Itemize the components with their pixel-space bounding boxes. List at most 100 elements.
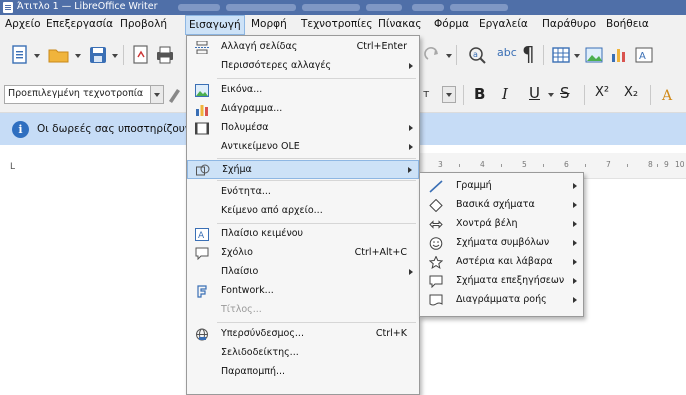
menu-view[interactable]: Προβολή [120, 18, 167, 30]
title-blur [178, 4, 220, 11]
menu-item-label: Fontwork... [221, 285, 274, 296]
svg-text:A: A [198, 231, 205, 241]
star-icon [429, 256, 443, 269]
menu-table[interactable]: Πίνακας [378, 18, 422, 30]
menu-item-hyperlink[interactable]: Υπερσύνδεσμος... Ctrl+K [187, 325, 419, 344]
subscript-button[interactable]: X₂ [624, 85, 638, 100]
title-blur [412, 4, 444, 11]
menu-tools[interactable]: Εργαλεία [479, 18, 528, 30]
export-pdf-icon[interactable] [131, 45, 151, 65]
menu-item-label: Υπερσύνδεσμος... [221, 328, 304, 339]
svg-text:a: a [473, 50, 478, 59]
menu-item-label: Παραπομπή... [221, 366, 286, 377]
submenu-arrow-icon [573, 202, 577, 208]
submenu-arrow-icon [409, 269, 413, 275]
font-size-tail: т [423, 87, 430, 100]
strikethrough-button[interactable]: S [560, 84, 570, 102]
menu-edit[interactable]: Επεξεργασία [46, 18, 113, 30]
bold-button[interactable]: B [474, 85, 485, 103]
menu-item-label: Ενότητα... [221, 186, 271, 197]
image-icon [195, 84, 209, 97]
menu-item-label: Περισσότερες αλλαγές [221, 60, 332, 71]
toolbar-separator [456, 45, 457, 65]
chart-icon [196, 105, 208, 116]
menu-styles[interactable]: Τεχνοτροπίες [301, 18, 373, 30]
update-style-icon[interactable] [166, 85, 184, 105]
underline-button[interactable]: U [529, 84, 540, 102]
submenu-arrow-icon [409, 63, 413, 69]
menu-item-label: Πλαίσιο [221, 266, 259, 277]
diamond-icon [429, 199, 443, 212]
table-icon[interactable] [551, 45, 571, 65]
menu-item-bookmark[interactable]: Σελιδοδείκτης... [187, 344, 419, 363]
submenu-item-callouts[interactable]: Σχήματα επεξηγήσεων [420, 272, 583, 291]
submenu-arrow-icon [573, 240, 577, 246]
window-title: Άτιτλο 1 — LibreOffice Writer [17, 1, 158, 12]
menu-help[interactable]: Βοήθεια [606, 18, 649, 30]
menu-window[interactable]: Παράθυρο [542, 18, 596, 30]
menu-item-cross-reference[interactable]: Παραπομπή... [187, 363, 419, 382]
underline-dropdown-icon[interactable] [548, 93, 554, 97]
new-dropdown-icon[interactable] [34, 54, 40, 58]
callout-icon [429, 275, 443, 288]
submenu-item-stars-banners[interactable]: Αστέρια και λάβαρα [420, 253, 583, 272]
menu-item-caption[interactable]: Τίτλος... [187, 301, 419, 320]
toolbar-separator [584, 85, 585, 105]
menu-item-text-from-file[interactable]: Κείμενο από αρχείο... [187, 202, 419, 221]
open-dropdown-icon[interactable] [75, 54, 81, 58]
menu-form[interactable]: Φόρμα [434, 18, 469, 30]
submenu-item-basic-shapes[interactable]: Βασικά σχήματα [420, 196, 583, 215]
menu-format[interactable]: Μορφή [251, 18, 287, 30]
menu-item-text-box[interactable]: A Πλαίσιο κειμένου [187, 225, 419, 244]
formatting-marks-button[interactable]: ¶ [522, 42, 535, 66]
find-replace-icon[interactable]: a [466, 45, 488, 65]
submenu-item-label: Σχήματα συμβόλων [456, 237, 550, 248]
clear-formatting-icon[interactable]: A [660, 85, 680, 105]
submenu-item-label: Βασικά σχήματα [456, 199, 535, 210]
ruler-tick: 5 [522, 160, 527, 169]
submenu-item-flowchart[interactable]: Διαγράμματα ροής [420, 291, 583, 310]
insert-chart-icon[interactable] [609, 45, 629, 65]
paragraph-style-dropdown[interactable] [150, 86, 163, 103]
menu-item-section[interactable]: Ενότητα... [187, 183, 419, 202]
menu-insert[interactable]: Εισαγωγή [185, 15, 245, 35]
print-icon[interactable] [155, 45, 175, 65]
save-icon[interactable] [88, 45, 108, 65]
redo-dropdown-icon[interactable] [446, 54, 452, 58]
menu-item-ole-object[interactable]: Αντικείμενο OLE [187, 138, 419, 157]
svg-text:A: A [661, 88, 673, 104]
font-size-dropdown[interactable] [442, 86, 456, 103]
open-folder-icon[interactable] [47, 45, 71, 65]
ruler-tick: 3 [438, 160, 443, 169]
italic-button[interactable]: I [502, 85, 508, 103]
superscript-button[interactable]: X² [595, 85, 609, 100]
save-dropdown-icon[interactable] [112, 54, 118, 58]
menu-item-media[interactable]: Πολυμέσα [187, 119, 419, 138]
menu-item-shape[interactable]: Σχήμα [187, 160, 419, 179]
insert-image-icon[interactable] [584, 45, 604, 65]
infobar-right [420, 113, 686, 145]
menu-item-chart[interactable]: Διάγραμμα... [187, 100, 419, 119]
menu-item-frame[interactable]: Πλαίσιο [187, 263, 419, 282]
menu-item-page-break[interactable]: Αλλαγή σελίδας Ctrl+Enter [187, 38, 419, 57]
paragraph-style-box[interactable]: Προεπιλεγμένη τεχνοτροπία [4, 85, 164, 104]
submenu-item-label: Σχήματα επεξηγήσεων [456, 275, 565, 286]
new-document-icon[interactable] [10, 45, 30, 65]
redo-icon[interactable] [424, 46, 442, 64]
table-dropdown-icon[interactable] [574, 54, 580, 58]
insert-textbox-icon[interactable]: A [634, 45, 654, 65]
submenu-item-block-arrows[interactable]: Χοντρά βέλη [420, 215, 583, 234]
submenu-item-line[interactable]: Γραμμή [420, 177, 583, 196]
toolbar-separator [463, 85, 464, 105]
submenu-item-symbol-shapes[interactable]: Σχήματα συμβόλων [420, 234, 583, 253]
ruler-tick-mark [585, 164, 586, 167]
menu-item-fontwork[interactable]: Fontwork... [187, 282, 419, 301]
spellcheck-button[interactable]: abc [497, 46, 517, 59]
menu-item-more-breaks[interactable]: Περισσότερες αλλαγές [187, 57, 419, 76]
menu-item-comment[interactable]: Σχόλιο Ctrl+Alt+C [187, 244, 419, 263]
tab-stop-icon[interactable]: L [10, 162, 15, 172]
svg-text:A: A [639, 51, 646, 62]
menu-item-image[interactable]: Εικόνα... [187, 81, 419, 100]
menu-file[interactable]: Αρχείο [5, 18, 41, 30]
submenu-arrow-icon [409, 125, 413, 131]
